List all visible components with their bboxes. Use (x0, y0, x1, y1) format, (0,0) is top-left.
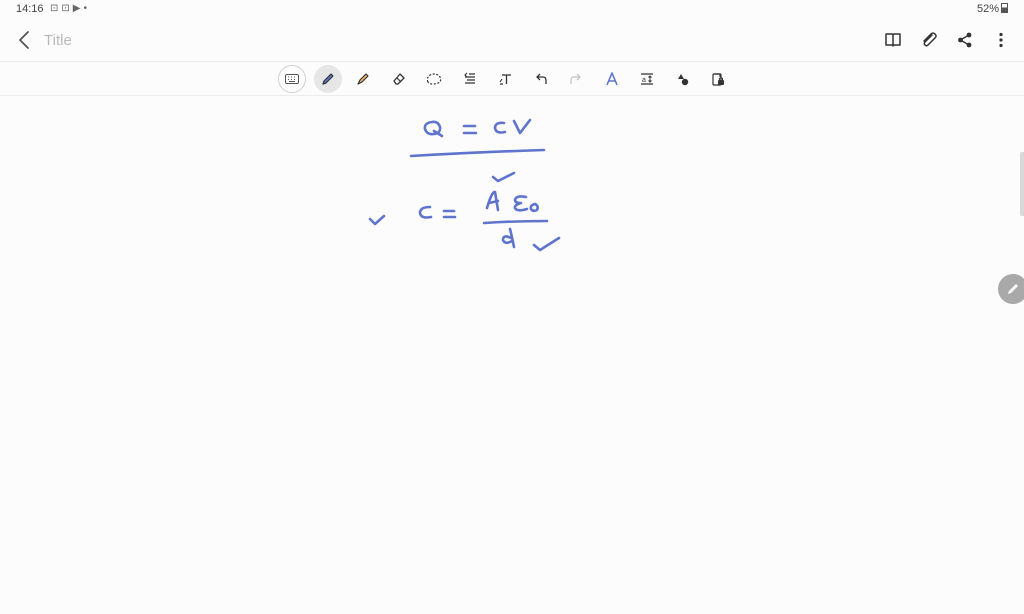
play-store-icon: ▶ (72, 3, 84, 14)
clock: 14:16 (16, 3, 44, 15)
svg-text:a: a (642, 77, 646, 84)
ink-check-right (532, 236, 561, 252)
eraser-icon (392, 73, 405, 85)
back-button[interactable] (14, 28, 36, 52)
keyboard-tool[interactable] (278, 65, 306, 93)
battery-indicator: 52% (977, 3, 1008, 15)
chevron-left-icon (19, 31, 29, 49)
page-view-button[interactable] (882, 28, 904, 52)
ink-equals-2 (442, 209, 457, 219)
ai-assist-tool[interactable] (598, 65, 626, 93)
battery-icon (1001, 3, 1008, 13)
shapes-tool[interactable] (669, 65, 697, 93)
status-icons: ⊡⊡▶• (50, 3, 90, 14)
ink-underline (409, 148, 546, 158)
drawing-toolbar: a (0, 61, 1024, 96)
ink-epsilon (513, 195, 529, 212)
text-align-tool[interactable] (456, 65, 484, 93)
ink-d (501, 227, 516, 249)
share-icon (958, 32, 972, 48)
battery-level: 52% (976, 3, 999, 15)
ink-fraction-bar (482, 219, 549, 225)
text-format-icon: a (641, 73, 653, 85)
ink-v-1 (512, 118, 532, 135)
attach-button[interactable] (918, 28, 940, 52)
status-bar: 14:16 ⊡⊡▶• 52% (0, 0, 1024, 20)
screenshot-icon: ⊡ (50, 3, 62, 14)
text-box-tool[interactable] (491, 65, 519, 93)
tool-group: a (278, 65, 732, 93)
dot-icon: • (83, 3, 90, 14)
lock-tool[interactable] (704, 65, 732, 93)
undo-button[interactable] (527, 65, 555, 93)
pen-icon (321, 73, 334, 85)
ink-c-1 (493, 121, 507, 134)
ink-equals-1 (462, 124, 478, 135)
attach-icon (923, 32, 937, 47)
undo-icon (535, 73, 547, 84)
eraser-tool[interactable] (385, 65, 413, 93)
ink-a (485, 190, 500, 212)
more-options-button[interactable] (990, 28, 1012, 52)
pen-tool[interactable] (313, 65, 342, 93)
lasso-icon (426, 73, 442, 85)
more-icon (999, 32, 1003, 48)
lasso-tool[interactable] (420, 65, 448, 93)
keyboard-icon (285, 74, 299, 84)
header-actions (882, 28, 1012, 52)
highlighter-tool[interactable] (349, 65, 377, 93)
ink-q (423, 120, 444, 138)
screenshot-icon: ⊡ (61, 3, 73, 14)
text-align-icon (463, 72, 475, 84)
lock-icon (712, 73, 724, 86)
ink-subscript-0 (529, 202, 539, 213)
ink-check-top (491, 171, 516, 183)
floating-pen-button[interactable] (998, 274, 1024, 304)
ink-check-left (368, 214, 386, 226)
text-format-tool[interactable]: a (633, 65, 661, 93)
ink-layer (368, 118, 561, 252)
scroll-handle[interactable] (1020, 152, 1024, 216)
shapes-icon (677, 74, 688, 86)
note-canvas[interactable] (0, 95, 1024, 614)
title-bar: Title (0, 22, 1024, 60)
redo-icon (570, 73, 581, 84)
ai-assist-icon (605, 72, 618, 86)
pencil-icon (1008, 284, 1018, 294)
ink-c-2 (418, 205, 433, 219)
note-title[interactable]: Title (44, 32, 72, 49)
redo-button[interactable] (562, 65, 590, 93)
text-box-icon (499, 74, 511, 85)
share-button[interactable] (954, 28, 976, 52)
book-icon (885, 33, 901, 47)
highlighter-icon (357, 73, 369, 85)
